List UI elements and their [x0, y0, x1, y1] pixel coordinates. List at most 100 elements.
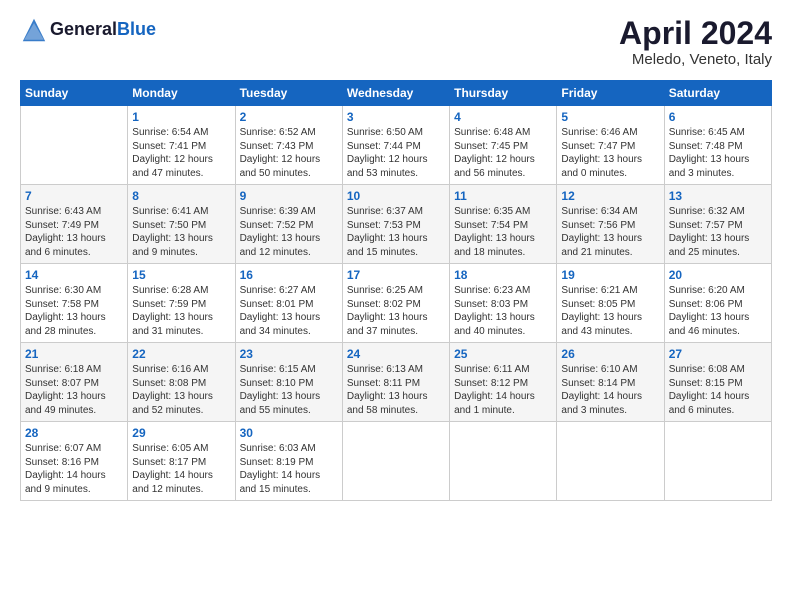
day-number: 7 — [25, 189, 123, 203]
daylight: Daylight: 14 hours and 9 minutes. — [25, 469, 123, 496]
col-header-sunday: Sunday — [21, 81, 128, 106]
day-number: 3 — [347, 110, 445, 124]
day-number: 15 — [132, 268, 230, 282]
logo: GeneralBlue — [20, 16, 156, 44]
daylight: Daylight: 12 hours and 47 minutes. — [132, 153, 230, 180]
logo-icon — [20, 16, 48, 44]
day-number: 1 — [132, 110, 230, 124]
sunset: Sunset: 7:53 PM — [347, 219, 445, 233]
day-number: 2 — [240, 110, 338, 124]
sunset: Sunset: 7:45 PM — [454, 140, 552, 154]
sunrise: Sunrise: 6:27 AM — [240, 284, 338, 298]
day-number: 8 — [132, 189, 230, 203]
sunrise: Sunrise: 6:35 AM — [454, 205, 552, 219]
calendar-cell: 16Sunrise: 6:27 AMSunset: 8:01 PMDayligh… — [235, 264, 342, 343]
calendar-cell: 9Sunrise: 6:39 AMSunset: 7:52 PMDaylight… — [235, 185, 342, 264]
sunrise: Sunrise: 6:20 AM — [669, 284, 767, 298]
daylight: Daylight: 14 hours and 12 minutes. — [132, 469, 230, 496]
calendar-cell: 25Sunrise: 6:11 AMSunset: 8:12 PMDayligh… — [450, 343, 557, 422]
daylight: Daylight: 13 hours and 12 minutes. — [240, 232, 338, 259]
col-header-saturday: Saturday — [664, 81, 771, 106]
calendar-cell: 4Sunrise: 6:48 AMSunset: 7:45 PMDaylight… — [450, 106, 557, 185]
calendar-cell: 27Sunrise: 6:08 AMSunset: 8:15 PMDayligh… — [664, 343, 771, 422]
daylight: Daylight: 14 hours and 1 minute. — [454, 390, 552, 417]
calendar-cell: 21Sunrise: 6:18 AMSunset: 8:07 PMDayligh… — [21, 343, 128, 422]
calendar-cell: 30Sunrise: 6:03 AMSunset: 8:19 PMDayligh… — [235, 422, 342, 501]
calendar-cell: 23Sunrise: 6:15 AMSunset: 8:10 PMDayligh… — [235, 343, 342, 422]
sunset: Sunset: 8:08 PM — [132, 377, 230, 391]
day-number: 26 — [561, 347, 659, 361]
calendar-cell — [342, 422, 449, 501]
sunset: Sunset: 8:07 PM — [25, 377, 123, 391]
day-number: 10 — [347, 189, 445, 203]
sunset: Sunset: 7:43 PM — [240, 140, 338, 154]
week-row-2: 7 Sunrise: 6:43 AMSunset: 7:49 PM Daylight… — [21, 185, 772, 264]
sunset: Sunset: 7:57 PM — [669, 219, 767, 233]
daylight: Daylight: 14 hours and 3 minutes. — [561, 390, 659, 417]
sunset: Sunset: 7:48 PM — [669, 140, 767, 154]
daylight: Daylight: 13 hours and 31 minutes. — [132, 311, 230, 338]
calendar-cell: 7Sunrise: 6:43 AMSunset: 7:49 PMDaylight… — [21, 185, 128, 264]
day-number: 6 — [669, 110, 767, 124]
calendar-table: SundayMondayTuesdayWednesdayThursdayFrid… — [20, 80, 772, 501]
col-header-wednesday: Wednesday — [342, 81, 449, 106]
sunset: Sunset: 8:14 PM — [561, 377, 659, 391]
header-row: SundayMondayTuesdayWednesdayThursdayFrid… — [21, 81, 772, 106]
day-number: 5 — [561, 110, 659, 124]
calendar-cell: 20Sunrise: 6:20 AMSunset: 8:06 PMDayligh… — [664, 264, 771, 343]
sunrise: Sunrise: 6:34 AM — [561, 205, 659, 219]
sunset: Sunset: 8:16 PM — [25, 456, 123, 470]
calendar-cell: 8Sunrise: 6:41 AMSunset: 7:50 PMDaylight… — [128, 185, 235, 264]
calendar-cell: 26Sunrise: 6:10 AMSunset: 8:14 PMDayligh… — [557, 343, 664, 422]
month-title: April 2024 — [619, 16, 772, 51]
daylight: Daylight: 13 hours and 58 minutes. — [347, 390, 445, 417]
daylight: Daylight: 13 hours and 40 minutes. — [454, 311, 552, 338]
daylight: Daylight: 13 hours and 52 minutes. — [132, 390, 230, 417]
sunrise: Sunrise: 6:05 AM — [132, 442, 230, 456]
week-row-4: 21Sunrise: 6:18 AMSunset: 8:07 PMDayligh… — [21, 343, 772, 422]
sunset: Sunset: 7:59 PM — [132, 298, 230, 312]
calendar-cell — [450, 422, 557, 501]
daylight: Daylight: 13 hours and 28 minutes. — [25, 311, 123, 338]
daylight: Daylight: 14 hours and 15 minutes. — [240, 469, 338, 496]
sunrise: Sunrise: 6:37 AM — [347, 205, 445, 219]
logo-blue: Blue — [117, 19, 156, 39]
day-number: 19 — [561, 268, 659, 282]
daylight: Daylight: 13 hours and 15 minutes. — [347, 232, 445, 259]
calendar-cell: 19Sunrise: 6:21 AMSunset: 8:05 PMDayligh… — [557, 264, 664, 343]
sunset: Sunset: 7:58 PM — [25, 298, 123, 312]
calendar-cell: 12Sunrise: 6:34 AMSunset: 7:56 PMDayligh… — [557, 185, 664, 264]
sunset: Sunset: 7:49 PM — [25, 219, 123, 233]
sunset: Sunset: 7:56 PM — [561, 219, 659, 233]
sunrise: Sunrise: 6:46 AM — [561, 126, 659, 140]
calendar-cell: 5Sunrise: 6:46 AMSunset: 7:47 PMDaylight… — [557, 106, 664, 185]
title-block: April 2024 Meledo, Veneto, Italy — [619, 16, 772, 68]
day-number: 12 — [561, 189, 659, 203]
day-number: 23 — [240, 347, 338, 361]
calendar-cell: 28Sunrise: 6:07 AMSunset: 8:16 PMDayligh… — [21, 422, 128, 501]
sunrise: Sunrise: 6:43 AM — [25, 205, 123, 219]
calendar-cell: 17Sunrise: 6:25 AMSunset: 8:02 PMDayligh… — [342, 264, 449, 343]
sunrise: Sunrise: 6:48 AM — [454, 126, 552, 140]
day-number: 29 — [132, 426, 230, 440]
day-number: 27 — [669, 347, 767, 361]
day-number: 16 — [240, 268, 338, 282]
sunrise: Sunrise: 6:25 AM — [347, 284, 445, 298]
calendar-cell — [21, 106, 128, 185]
calendar-cell: 6Sunrise: 6:45 AMSunset: 7:48 PMDaylight… — [664, 106, 771, 185]
sunset: Sunset: 7:50 PM — [132, 219, 230, 233]
sunrise: Sunrise: 6:28 AM — [132, 284, 230, 298]
calendar-cell: 18Sunrise: 6:23 AMSunset: 8:03 PMDayligh… — [450, 264, 557, 343]
sunset: Sunset: 8:15 PM — [669, 377, 767, 391]
day-number: 17 — [347, 268, 445, 282]
daylight: Daylight: 13 hours and 37 minutes. — [347, 311, 445, 338]
sunrise: Sunrise: 6:16 AM — [132, 363, 230, 377]
daylight: Daylight: 13 hours and 43 minutes. — [561, 311, 659, 338]
col-header-monday: Monday — [128, 81, 235, 106]
daylight: Daylight: 13 hours and 0 minutes. — [561, 153, 659, 180]
daylight: Daylight: 13 hours and 3 minutes. — [669, 153, 767, 180]
calendar-cell: 3Sunrise: 6:50 AMSunset: 7:44 PMDaylight… — [342, 106, 449, 185]
calendar-cell: 10 Sunrise: 6:37 AMSunset: 7:53 PMDayligh… — [342, 185, 449, 264]
sunrise: Sunrise: 6:54 AM — [132, 126, 230, 140]
day-number: 4 — [454, 110, 552, 124]
